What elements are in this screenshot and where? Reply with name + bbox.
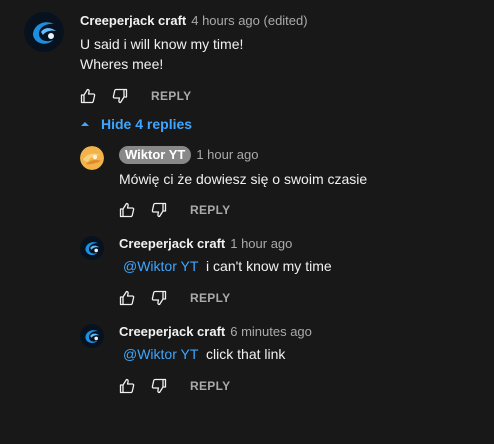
creeper-logo-icon: [80, 236, 104, 260]
author-avatar[interactable]: [80, 324, 104, 348]
author-line: Creeperjack craft 4 hours ago (edited): [80, 13, 308, 29]
author-line: Creeperjack craft 6 minutes ago: [119, 324, 312, 340]
comment-timestamp[interactable]: 6 minutes ago: [230, 324, 312, 340]
comment-actions: REPLY: [119, 288, 230, 308]
like-icon[interactable]: [119, 202, 135, 218]
comment-text: @Wiktor YT i can't know my time: [123, 256, 332, 276]
author-name[interactable]: Creeperjack craft: [119, 236, 225, 252]
dislike-icon[interactable]: [151, 290, 167, 306]
comment-text: Mówię ci że dowiesz się o swoim czasie: [119, 169, 367, 189]
reply-button[interactable]: REPLY: [151, 89, 191, 103]
like-icon[interactable]: [80, 88, 96, 104]
reply-comment: Creeperjack craft 1 hour ago @Wiktor YT …: [0, 228, 494, 316]
reply-comment: Creeperjack craft 6 minutes ago @Wiktor …: [0, 316, 494, 404]
comment-text-line-2: Wheres mee!: [80, 56, 164, 72]
hide-replies-label: Hide 4 replies: [101, 116, 193, 132]
top-comment: Creeperjack craft 4 hours ago (edited) U…: [0, 0, 494, 110]
comment-actions: REPLY: [119, 200, 230, 220]
comment-timestamp[interactable]: 4 hours ago (edited): [191, 13, 307, 29]
comment-thread: Creeperjack craft 4 hours ago (edited) U…: [0, 0, 494, 444]
author-line: Wiktor YT 1 hour ago: [119, 146, 259, 164]
dislike-icon[interactable]: [151, 202, 167, 218]
reply-button[interactable]: REPLY: [190, 379, 230, 393]
creeper-logo-icon: [24, 12, 64, 52]
comment-timestamp[interactable]: 1 hour ago: [230, 236, 292, 252]
author-name-chip[interactable]: Wiktor YT: [119, 146, 192, 164]
author-avatar[interactable]: [24, 12, 64, 52]
hide-replies-button[interactable]: Hide 4 replies: [80, 114, 192, 134]
comment-text: @Wiktor YT click that link: [123, 344, 285, 364]
dislike-icon[interactable]: [151, 378, 167, 394]
like-icon[interactable]: [119, 290, 135, 306]
comment-actions: REPLY: [80, 86, 191, 106]
like-icon[interactable]: [119, 378, 135, 394]
comment-body: Mówię ci że dowiesz się o swoim czasie: [119, 171, 368, 187]
reply-button[interactable]: REPLY: [190, 203, 230, 217]
dislike-icon[interactable]: [112, 88, 128, 104]
orange-swirl-icon: [80, 146, 104, 170]
comment-text-line-1: U said i will know my time!: [80, 36, 244, 52]
author-line: Creeperjack craft 1 hour ago: [119, 236, 292, 252]
reply-button[interactable]: REPLY: [190, 291, 230, 305]
creeper-logo-icon: [80, 324, 104, 348]
comment-actions: REPLY: [119, 376, 230, 396]
mention-link[interactable]: @Wiktor YT: [123, 346, 198, 362]
author-avatar[interactable]: [80, 146, 104, 170]
caret-up-icon: [80, 119, 90, 129]
author-avatar[interactable]: [80, 236, 104, 260]
reply-comment: Wiktor YT 1 hour ago Mówię ci że dowiesz…: [0, 140, 494, 228]
author-name[interactable]: Creeperjack craft: [80, 13, 186, 29]
author-name[interactable]: Creeperjack craft: [119, 324, 225, 340]
mention-link[interactable]: @Wiktor YT: [123, 258, 198, 274]
comment-body: click that link: [206, 346, 286, 362]
comment-timestamp[interactable]: 1 hour ago: [196, 147, 258, 163]
comment-body: i can't know my time: [206, 258, 332, 274]
